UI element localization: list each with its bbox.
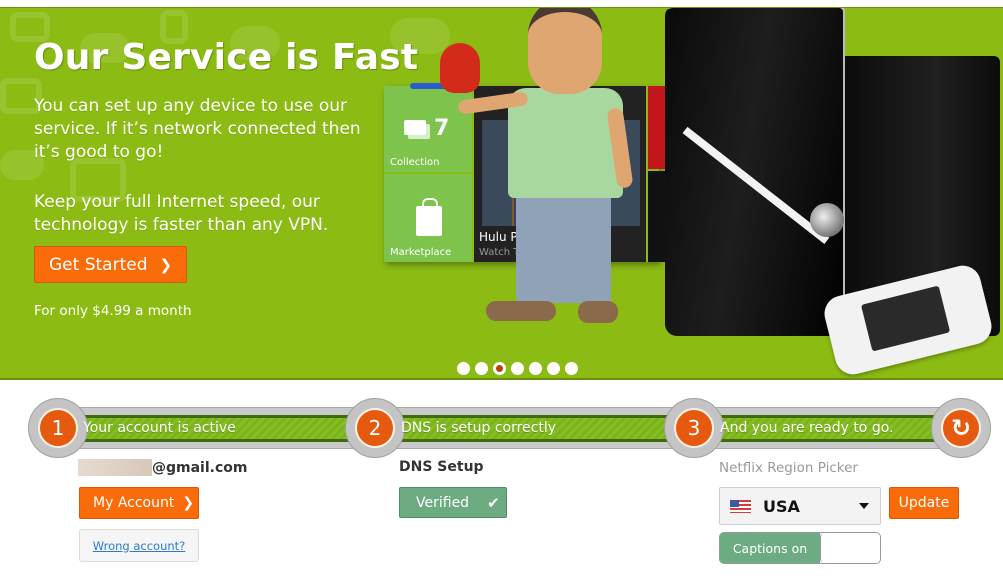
hero-banner: Our Service is Fast You can set up any d… bbox=[0, 7, 1003, 380]
caret-down-icon bbox=[859, 503, 869, 509]
my-account-label: My Account bbox=[93, 495, 175, 511]
avatar-head bbox=[528, 8, 602, 94]
collection-label: Collection bbox=[390, 157, 440, 168]
get-started-label: Get Started bbox=[49, 254, 148, 275]
xbox-console-image bbox=[665, 8, 845, 336]
step-2-circle: 2 bbox=[345, 398, 405, 458]
hero-title: Our Service is Fast bbox=[34, 37, 419, 78]
carousel-dots bbox=[457, 362, 578, 375]
us-flag-icon bbox=[730, 499, 751, 513]
refresh-icon: ↻ bbox=[941, 408, 981, 448]
step-1-circle: 1 bbox=[28, 398, 88, 458]
chevron-right-icon: ❯ bbox=[182, 495, 195, 511]
email-redacted bbox=[78, 459, 152, 476]
shopping-bag-icon bbox=[416, 198, 442, 236]
email-domain: @gmail.com bbox=[152, 459, 248, 476]
step-1-number: 1 bbox=[38, 408, 78, 448]
avatar-legs bbox=[516, 193, 611, 303]
step-3-label: And you are ready to go. bbox=[720, 420, 894, 436]
checkmark-icon: ✔ bbox=[487, 493, 500, 512]
chevron-right-icon: ❯ bbox=[159, 255, 173, 274]
avatar-character-image bbox=[457, 8, 648, 338]
step-1-label: Your account is active bbox=[83, 420, 236, 436]
carousel-dot[interactable] bbox=[475, 362, 488, 375]
xbox-power-button-image bbox=[810, 203, 844, 237]
hero-description: You can set up any device to use our ser… bbox=[34, 96, 361, 162]
parrot-body bbox=[440, 43, 480, 93]
get-started-button[interactable]: Get Started ❯ bbox=[34, 246, 187, 283]
step-2-number: 2 bbox=[355, 408, 395, 448]
carousel-dot[interactable] bbox=[457, 362, 470, 375]
page: Our Service is Fast You can set up any d… bbox=[0, 0, 1003, 576]
progress-steps: 1 Your account is active 2 DNS is setup … bbox=[28, 398, 991, 458]
refresh-button[interactable]: ↻ bbox=[931, 398, 991, 458]
dns-verified-badge: Verified ✔ bbox=[399, 487, 507, 518]
wiiu-screen bbox=[860, 285, 951, 352]
collection-icon bbox=[404, 120, 426, 135]
carousel-dot[interactable] bbox=[511, 362, 524, 375]
dns-setup-title: DNS Setup bbox=[399, 459, 484, 475]
step-2-label: DNS is setup correctly bbox=[401, 420, 557, 436]
carousel-dot[interactable] bbox=[529, 362, 542, 375]
captions-toggle[interactable]: Captions on bbox=[719, 532, 881, 564]
collection-count: 7 bbox=[434, 116, 450, 141]
my-account-button[interactable]: My Account ❯ bbox=[79, 487, 199, 519]
update-button[interactable]: Update bbox=[889, 487, 959, 519]
step-3-number: 3 bbox=[674, 408, 714, 448]
wrong-account-box: Wrong account? bbox=[79, 529, 199, 562]
avatar-shoe bbox=[578, 301, 618, 323]
wrong-account-link[interactable]: Wrong account? bbox=[93, 539, 186, 553]
update-label: Update bbox=[898, 495, 950, 511]
account-email: @gmail.com bbox=[78, 459, 247, 476]
region-selected-value: USA bbox=[763, 496, 800, 516]
region-picker-title: Netflix Region Picker bbox=[719, 460, 858, 476]
captions-toggle-knob[interactable] bbox=[820, 533, 880, 563]
xbox-stripe bbox=[682, 126, 830, 244]
carousel-dot[interactable] bbox=[565, 362, 578, 375]
verified-label: Verified bbox=[416, 494, 470, 511]
carousel-dot[interactable] bbox=[547, 362, 560, 375]
carousel-dot[interactable] bbox=[493, 362, 506, 375]
collection-tile: 7 Collection bbox=[384, 86, 472, 172]
step-3-circle: 3 bbox=[664, 398, 724, 458]
avatar-shoe bbox=[486, 301, 556, 321]
marketplace-tile: Marketplace bbox=[384, 174, 472, 262]
region-select[interactable]: USA bbox=[719, 487, 881, 525]
marketplace-label: Marketplace bbox=[390, 247, 452, 258]
hero-speed-note: Keep your full Internet speed, our techn… bbox=[34, 192, 329, 235]
price-note: For only $4.99 a month bbox=[34, 303, 192, 319]
captions-label: Captions on bbox=[720, 533, 820, 563]
